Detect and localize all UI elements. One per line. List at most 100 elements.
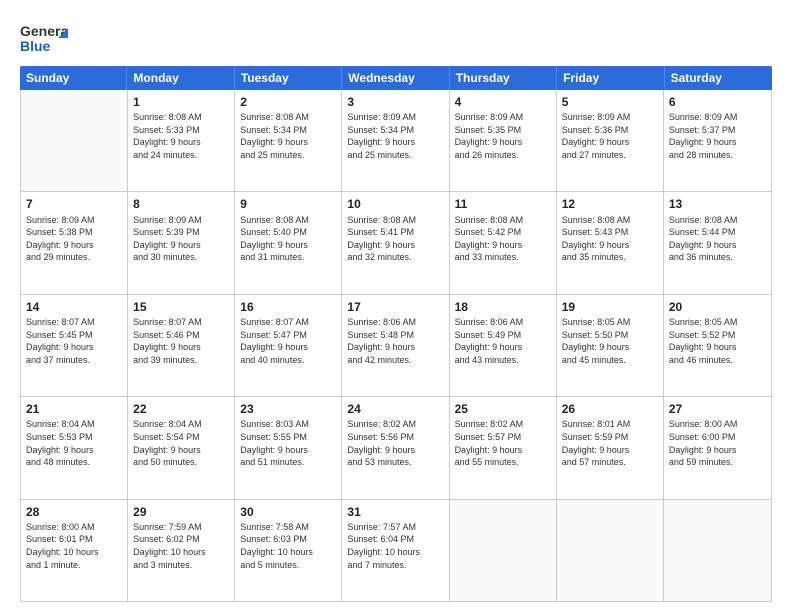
sun-info: Sunrise: 8:08 AMSunset: 5:43 PMDaylight:…: [562, 214, 658, 264]
sun-info: Sunrise: 8:08 AMSunset: 5:42 PMDaylight:…: [455, 214, 551, 264]
day-number: 18: [455, 299, 551, 315]
calendar-header-cell: Tuesday: [235, 66, 342, 90]
calendar-cell: 14Sunrise: 8:07 AMSunset: 5:45 PMDayligh…: [21, 295, 128, 396]
sun-info: Sunrise: 8:03 AMSunset: 5:55 PMDaylight:…: [240, 418, 336, 468]
sun-info: Sunrise: 8:09 AMSunset: 5:39 PMDaylight:…: [133, 214, 229, 264]
page: General Blue SundayMondayTuesdayWednesda…: [0, 0, 792, 612]
day-number: 30: [240, 504, 336, 520]
calendar-header-cell: Friday: [557, 66, 664, 90]
calendar-cell: 7 Sunrise: 8:09 AMSunset: 5:38 PMDaylight…: [21, 192, 128, 293]
calendar-cell: 12 Sunrise: 8:08 AMSunset: 5:43 PMDayligh…: [557, 192, 664, 293]
sun-info: Sunrise: 8:09 AMSunset: 5:34 PMDaylight:…: [347, 111, 443, 161]
calendar-cell: 16Sunrise: 8:07 AMSunset: 5:47 PMDayligh…: [235, 295, 342, 396]
sun-info: Sunrise: 8:06 AMSunset: 5:48 PMDaylight:…: [347, 316, 443, 366]
day-number: 12: [562, 196, 658, 212]
calendar-cell: 15Sunrise: 8:07 AMSunset: 5:46 PMDayligh…: [128, 295, 235, 396]
calendar-cell: [450, 500, 557, 601]
day-number: 1: [133, 94, 229, 110]
sun-info: Sunrise: 8:04 AMSunset: 5:54 PMDaylight:…: [133, 418, 229, 468]
calendar-header-cell: Sunday: [20, 66, 127, 90]
sun-info: Sunrise: 8:09 AMSunset: 5:38 PMDaylight:…: [26, 214, 122, 264]
day-number: 4: [455, 94, 551, 110]
sun-info: Sunrise: 8:08 AMSunset: 5:40 PMDaylight:…: [240, 214, 336, 264]
day-number: 21: [26, 401, 122, 417]
sun-info: Sunrise: 8:05 AMSunset: 5:52 PMDaylight:…: [669, 316, 766, 366]
calendar-cell: 29Sunrise: 7:59 AMSunset: 6:02 PMDayligh…: [128, 500, 235, 601]
day-number: 16: [240, 299, 336, 315]
day-number: 29: [133, 504, 229, 520]
day-number: 10: [347, 196, 443, 212]
calendar-cell: 26Sunrise: 8:01 AMSunset: 5:59 PMDayligh…: [557, 397, 664, 498]
sun-info: Sunrise: 8:04 AMSunset: 5:53 PMDaylight:…: [26, 418, 122, 468]
calendar-cell: [557, 500, 664, 601]
calendar-cell: 1Sunrise: 8:08 AMSunset: 5:33 PMDaylight…: [128, 90, 235, 191]
sun-info: Sunrise: 8:08 AMSunset: 5:33 PMDaylight:…: [133, 111, 229, 161]
calendar-cell: 6Sunrise: 8:09 AMSunset: 5:37 PMDaylight…: [664, 90, 771, 191]
sun-info: Sunrise: 8:09 AMSunset: 5:35 PMDaylight:…: [455, 111, 551, 161]
calendar-cell: 4Sunrise: 8:09 AMSunset: 5:35 PMDaylight…: [450, 90, 557, 191]
sun-info: Sunrise: 8:08 AMSunset: 5:44 PMDaylight:…: [669, 214, 766, 264]
calendar-cell: 10 Sunrise: 8:08 AMSunset: 5:41 PMDayligh…: [342, 192, 449, 293]
calendar-header-cell: Thursday: [450, 66, 557, 90]
calendar-cell: 27Sunrise: 8:00 AMSunset: 6:00 PMDayligh…: [664, 397, 771, 498]
day-number: 28: [26, 504, 122, 520]
sun-info: Sunrise: 8:06 AMSunset: 5:49 PMDaylight:…: [455, 316, 551, 366]
day-number: 17: [347, 299, 443, 315]
day-number: 22: [133, 401, 229, 417]
calendar-week-row: 14Sunrise: 8:07 AMSunset: 5:45 PMDayligh…: [21, 295, 771, 397]
logo-icon: General Blue: [20, 18, 68, 56]
sun-info: Sunrise: 8:00 AMSunset: 6:00 PMDaylight:…: [669, 418, 766, 468]
sun-info: Sunrise: 8:02 AMSunset: 5:57 PMDaylight:…: [455, 418, 551, 468]
calendar-header-cell: Monday: [127, 66, 234, 90]
calendar-header: SundayMondayTuesdayWednesdayThursdayFrid…: [20, 66, 772, 90]
day-number: 2: [240, 94, 336, 110]
day-number: 8: [133, 196, 229, 212]
day-number: 5: [562, 94, 658, 110]
calendar-cell: 31Sunrise: 7:57 AMSunset: 6:04 PMDayligh…: [342, 500, 449, 601]
calendar-cell: 9 Sunrise: 8:08 AMSunset: 5:40 PMDaylight…: [235, 192, 342, 293]
day-number: 31: [347, 504, 443, 520]
sun-info: Sunrise: 8:07 AMSunset: 5:45 PMDaylight:…: [26, 316, 122, 366]
calendar-week-row: 1Sunrise: 8:08 AMSunset: 5:33 PMDaylight…: [21, 90, 771, 192]
calendar-cell: 23Sunrise: 8:03 AMSunset: 5:55 PMDayligh…: [235, 397, 342, 498]
calendar-cell: 21Sunrise: 8:04 AMSunset: 5:53 PMDayligh…: [21, 397, 128, 498]
day-number: 11: [455, 196, 551, 212]
day-number: 27: [669, 401, 766, 417]
day-number: 14: [26, 299, 122, 315]
calendar-header-cell: Wednesday: [342, 66, 449, 90]
sun-info: Sunrise: 8:01 AMSunset: 5:59 PMDaylight:…: [562, 418, 658, 468]
sun-info: Sunrise: 7:58 AMSunset: 6:03 PMDaylight:…: [240, 521, 336, 571]
calendar-cell: 24Sunrise: 8:02 AMSunset: 5:56 PMDayligh…: [342, 397, 449, 498]
day-number: 24: [347, 401, 443, 417]
calendar: SundayMondayTuesdayWednesdayThursdayFrid…: [20, 66, 772, 602]
day-number: 23: [240, 401, 336, 417]
sun-info: Sunrise: 8:02 AMSunset: 5:56 PMDaylight:…: [347, 418, 443, 468]
day-number: 26: [562, 401, 658, 417]
day-number: 13: [669, 196, 766, 212]
logo: General Blue: [20, 18, 68, 56]
calendar-cell: 11 Sunrise: 8:08 AMSunset: 5:42 PMDayligh…: [450, 192, 557, 293]
calendar-cell: 17Sunrise: 8:06 AMSunset: 5:48 PMDayligh…: [342, 295, 449, 396]
calendar-cell: 19Sunrise: 8:05 AMSunset: 5:50 PMDayligh…: [557, 295, 664, 396]
day-number: 19: [562, 299, 658, 315]
day-number: 7: [26, 196, 122, 212]
day-number: 3: [347, 94, 443, 110]
sun-info: Sunrise: 8:07 AMSunset: 5:46 PMDaylight:…: [133, 316, 229, 366]
calendar-cell: 2Sunrise: 8:08 AMSunset: 5:34 PMDaylight…: [235, 90, 342, 191]
calendar-cell: [664, 500, 771, 601]
day-number: 15: [133, 299, 229, 315]
calendar-cell: 28Sunrise: 8:00 AMSunset: 6:01 PMDayligh…: [21, 500, 128, 601]
sun-info: Sunrise: 8:08 AMSunset: 5:41 PMDaylight:…: [347, 214, 443, 264]
calendar-week-row: 7 Sunrise: 8:09 AMSunset: 5:38 PMDaylight…: [21, 192, 771, 294]
day-number: 6: [669, 94, 766, 110]
day-number: 25: [455, 401, 551, 417]
sun-info: Sunrise: 8:09 AMSunset: 5:36 PMDaylight:…: [562, 111, 658, 161]
day-number: 20: [669, 299, 766, 315]
svg-text:Blue: Blue: [20, 38, 51, 54]
sun-info: Sunrise: 8:09 AMSunset: 5:37 PMDaylight:…: [669, 111, 766, 161]
calendar-cell: [21, 90, 128, 191]
day-number: 9: [240, 196, 336, 212]
sun-info: Sunrise: 7:57 AMSunset: 6:04 PMDaylight:…: [347, 521, 443, 571]
sun-info: Sunrise: 8:08 AMSunset: 5:34 PMDaylight:…: [240, 111, 336, 161]
calendar-cell: 8 Sunrise: 8:09 AMSunset: 5:39 PMDaylight…: [128, 192, 235, 293]
